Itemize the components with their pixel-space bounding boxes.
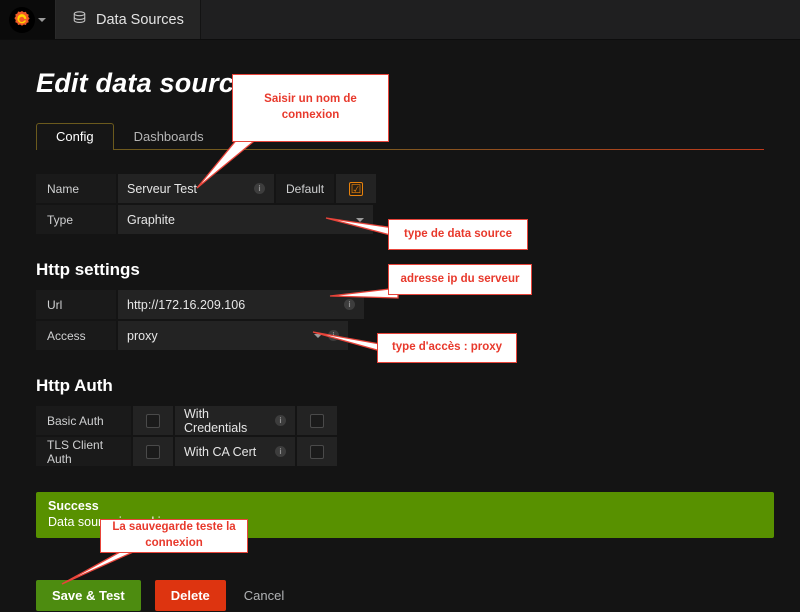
type-label: Type [36, 205, 116, 234]
default-label: Default [276, 174, 334, 203]
form-row-name: Name Serveur Test i Default ☑ [36, 174, 764, 203]
info-icon[interactable]: i [275, 446, 286, 457]
with-ca-cert-label-cell: With CA Cert i [175, 437, 295, 466]
default-checkbox[interactable]: ☑ [349, 182, 363, 196]
database-icon [72, 10, 87, 29]
grafana-home-button[interactable] [0, 0, 56, 39]
type-value: Graphite [127, 213, 356, 227]
access-label: Access [36, 321, 116, 350]
tls-client-auth-checkbox[interactable] [146, 445, 160, 459]
access-value: proxy [127, 329, 314, 343]
annotation-type-field: type de data source [388, 219, 528, 250]
tls-client-auth-checkbox-cell[interactable] [133, 437, 173, 466]
with-credentials-label: With Credentials [184, 407, 269, 435]
name-label: Name [36, 174, 116, 203]
tls-client-auth-label: TLS Client Auth [36, 437, 131, 466]
url-value: http://172.16.209.106 [127, 298, 338, 312]
nav-tab-data-sources[interactable]: Data Sources [56, 0, 201, 39]
form-row-basic-auth: Basic Auth With Credentials i [36, 406, 764, 435]
basic-auth-checkbox-cell[interactable] [133, 406, 173, 435]
annotation-save-button: La sauvegarde teste la connexion [100, 519, 248, 553]
nav-tab-label: Data Sources [96, 12, 184, 28]
http-auth-title: Http Auth [36, 376, 764, 396]
grafana-logo-icon [9, 7, 35, 33]
top-navbar: Data Sources [0, 0, 800, 40]
url-input[interactable]: http://172.16.209.106 i [118, 290, 364, 319]
form-row-tls-client-auth: TLS Client Auth With CA Cert i [36, 437, 764, 466]
delete-button[interactable]: Delete [155, 580, 226, 611]
tab-config[interactable]: Config [36, 123, 114, 150]
with-ca-cert-checkbox[interactable] [310, 445, 324, 459]
with-credentials-checkbox[interactable] [310, 414, 324, 428]
page-title: Edit data source [36, 40, 764, 99]
basic-auth-label: Basic Auth [36, 406, 131, 435]
basic-auth-checkbox[interactable] [146, 414, 160, 428]
annotation-name-field: Saisir un nom de connexion [232, 74, 389, 142]
with-credentials-checkbox-cell[interactable] [297, 406, 337, 435]
cancel-button[interactable]: Cancel [240, 580, 300, 611]
annotation-tail-save [60, 548, 150, 590]
info-icon[interactable]: i [275, 415, 286, 426]
alert-title: Success [48, 499, 762, 513]
tab-bar: Config Dashboards [36, 119, 764, 149]
with-ca-cert-checkbox-cell[interactable] [297, 437, 337, 466]
chevron-down-icon[interactable] [38, 18, 46, 22]
annotation-tail-type [326, 214, 396, 238]
url-label: Url [36, 290, 116, 319]
with-ca-cert-label: With CA Cert [184, 445, 269, 459]
annotation-url-field: adresse ip du serveur [388, 264, 532, 295]
info-icon[interactable]: i [254, 183, 265, 194]
with-credentials-label-cell: With Credentials i [175, 406, 295, 435]
default-checkbox-cell[interactable]: ☑ [336, 174, 376, 203]
annotation-access-field: type d'accès : proxy [377, 333, 517, 363]
